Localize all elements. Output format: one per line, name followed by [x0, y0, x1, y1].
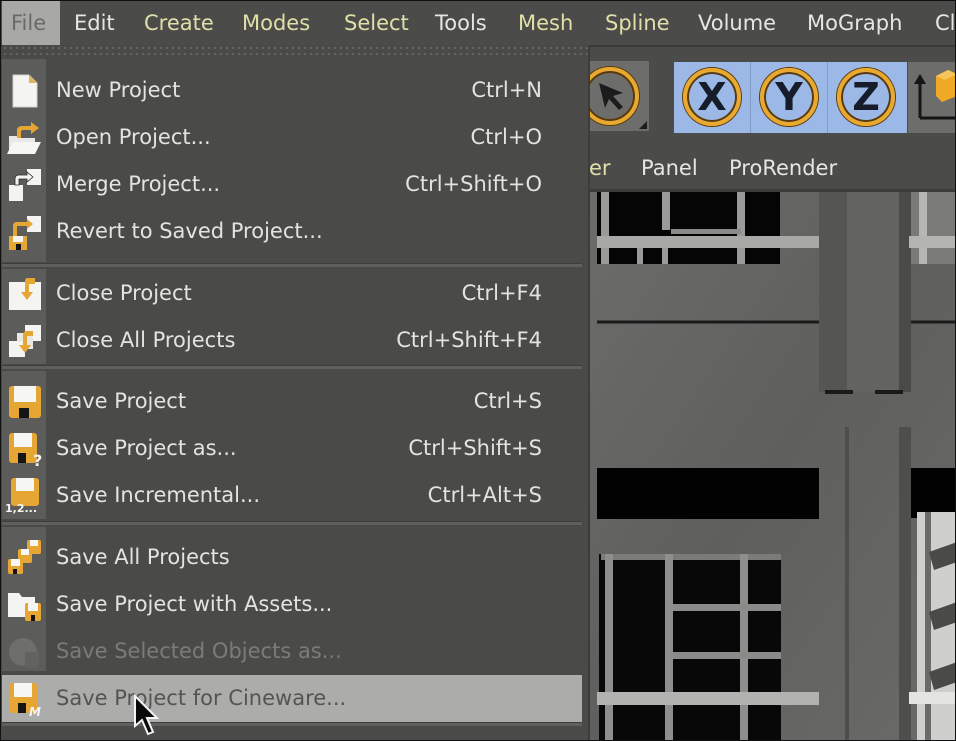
menu-item-close-all-projects[interactable]: Close All Projects Ctrl+Shift+F4	[2, 317, 582, 364]
menu-item-label: Save Project with Assets...	[56, 592, 333, 616]
menu-item-label: Save Project as...	[56, 436, 237, 460]
svg-text:?: ?	[33, 451, 42, 467]
menu-separator	[2, 263, 582, 267]
menu-item-shortcut: Ctrl+Shift+F4	[396, 328, 542, 352]
open-folder-icon	[7, 122, 41, 154]
viewport-scene	[589, 192, 955, 740]
menu-volume[interactable]: Volume	[689, 1, 785, 45]
menu-item-label: Save Incremental...	[56, 483, 261, 507]
x-axis-label: X	[697, 75, 727, 119]
folder-floppy-icon	[8, 593, 41, 621]
menu-tearoff-handle[interactable]	[2, 45, 588, 57]
axis-lock-group: X Y Z	[674, 62, 907, 133]
menu-separator	[2, 365, 582, 369]
menu-spline[interactable]: Spline	[596, 1, 679, 45]
menu-mesh[interactable]: Mesh	[509, 1, 582, 45]
menu-item-shortcut: Ctrl+Shift+O	[405, 172, 542, 196]
z-axis-lock-button[interactable]: Z	[828, 62, 904, 133]
menu-file[interactable]: File	[2, 1, 60, 45]
y-axis-lock-button[interactable]: Y	[751, 62, 828, 133]
revert-icon	[9, 216, 41, 250]
menu-item-label: Revert to Saved Project...	[56, 219, 323, 243]
file-menu-dropdown: New Project Ctrl+N Open Project... Ctrl+…	[2, 45, 590, 740]
save-objects-icon	[9, 638, 39, 668]
menu-item-shortcut: Ctrl+Shift+S	[408, 436, 542, 460]
floppy-question-icon: ?	[9, 433, 42, 467]
close-all-icon	[9, 325, 41, 357]
menu-item-save-project-as[interactable]: ? Save Project as... Ctrl+Shift+S	[2, 425, 582, 472]
menu-item-label: Close All Projects	[56, 328, 236, 352]
menu-create[interactable]: Create	[135, 1, 223, 45]
world-coordinate-icon	[914, 70, 955, 120]
menu-item-shortcut: Ctrl+F4	[461, 281, 542, 305]
menu-item-label: Save Project	[56, 389, 187, 413]
menubar: File Edit Create Modes Select Tools Mesh…	[1, 1, 955, 47]
y-axis-label: Y	[775, 75, 803, 119]
menu-tools[interactable]: Tools	[426, 1, 496, 45]
menu-item-merge-project[interactable]: Merge Project... Ctrl+Shift+O	[2, 161, 582, 208]
floppy-stack-icon	[8, 540, 41, 574]
menu-prorender[interactable]: ProRender	[729, 147, 837, 189]
menu-modes[interactable]: Modes	[233, 1, 319, 45]
menu-mograph[interactable]: MoGraph	[798, 1, 911, 45]
menu-select[interactable]: Select	[335, 1, 418, 45]
menu-item-label: Close Project	[56, 281, 192, 305]
menu-item-revert-project[interactable]: Revert to Saved Project...	[2, 208, 582, 255]
floppy-disk-icon	[9, 386, 41, 418]
select-tool-button[interactable]	[581, 61, 649, 131]
menu-item-label: Open Project...	[56, 125, 211, 149]
menu-item-label: Save All Projects	[56, 545, 230, 569]
y-axis-ring: Y	[760, 68, 818, 126]
mouse-pointer-icon	[134, 694, 160, 736]
menu-item-shortcut: Ctrl+O	[470, 125, 543, 149]
menu-item-save-project-for-cineware[interactable]: M Save Project for Cineware...	[2, 675, 582, 722]
new-document-icon	[12, 74, 38, 108]
3d-viewport[interactable]	[589, 192, 955, 740]
menu-item-shortcut: Ctrl+S	[473, 389, 542, 413]
menu-item-save-all-projects[interactable]: Save All Projects	[2, 534, 582, 581]
floppy-cineware-icon: M	[9, 683, 41, 717]
secondary-menubar: er Panel ProRender	[589, 147, 955, 192]
menu-item-save-selected-objects: Save Selected Objects as...	[2, 628, 582, 675]
menu-item-shortcut: Ctrl+N	[471, 78, 542, 102]
menu-separator	[2, 521, 582, 525]
menu-item-label: Save Selected Objects as...	[56, 639, 342, 663]
menu-item-label: Save Project for Cineware...	[56, 686, 347, 710]
menu-character[interactable]: Cl	[926, 1, 955, 45]
z-axis-label: Z	[852, 75, 880, 119]
menu-item-save-project-with-assets[interactable]: Save Project with Assets...	[2, 581, 582, 628]
menu-item-save-incremental[interactable]: 1,2... Save Incremental... Ctrl+Alt+S	[2, 472, 582, 519]
menu-item-label: New Project	[56, 78, 181, 102]
menu-item-new-project[interactable]: New Project Ctrl+N	[2, 67, 582, 114]
close-document-icon	[9, 278, 41, 310]
x-axis-lock-button[interactable]: X	[674, 62, 751, 133]
coordinate-system-button[interactable]	[908, 62, 955, 133]
menu-edit[interactable]: Edit	[65, 1, 124, 45]
arrow-cursor-icon	[599, 83, 623, 110]
x-axis-ring: X	[683, 68, 741, 126]
cinema4d-window: File Edit Create Modes Select Tools Mesh…	[0, 0, 956, 741]
menu-item-shortcut: Ctrl+Alt+S	[427, 483, 542, 507]
menu-item-label: Merge Project...	[56, 172, 221, 196]
submenu-corner-icon	[639, 121, 647, 129]
menu-item-open-project[interactable]: Open Project... Ctrl+O	[2, 114, 582, 161]
merge-icon	[9, 169, 41, 201]
increment-badge: 1,2...	[5, 502, 37, 514]
menu-separator	[2, 722, 582, 726]
z-axis-ring: Z	[837, 68, 895, 126]
menu-item-save-project[interactable]: Save Project Ctrl+S	[2, 378, 582, 425]
menu-render-partial[interactable]: er	[589, 147, 611, 189]
cineware-badge: M	[29, 705, 41, 717]
menu-item-close-project[interactable]: Close Project Ctrl+F4	[2, 270, 582, 317]
menu-panel[interactable]: Panel	[641, 147, 698, 189]
floppy-incremental-icon: 1,2...	[5, 478, 39, 514]
